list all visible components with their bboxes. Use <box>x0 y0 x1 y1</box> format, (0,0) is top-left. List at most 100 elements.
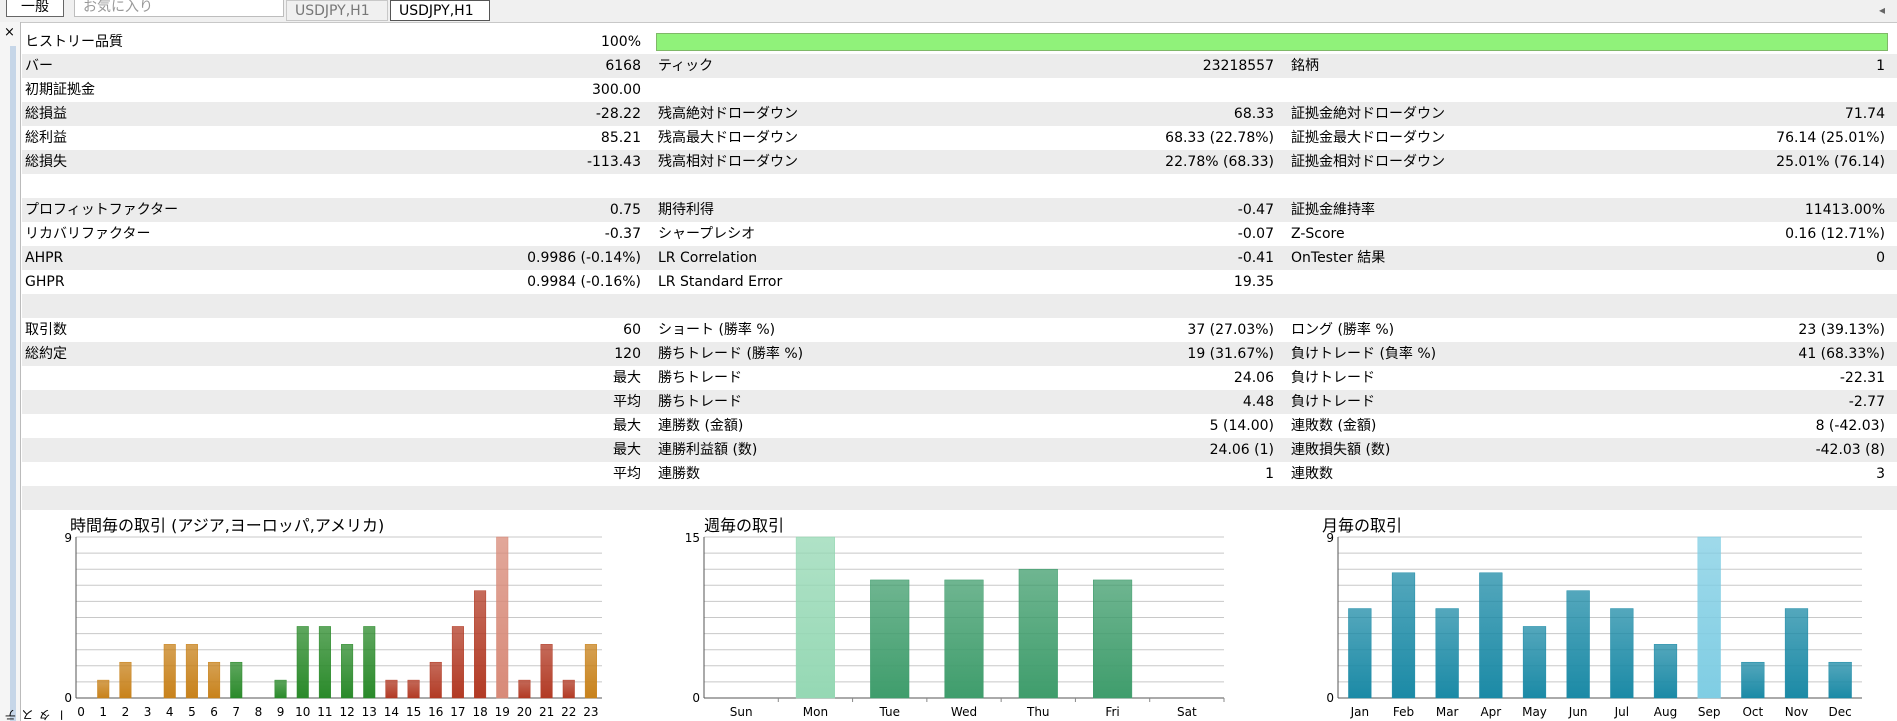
x-tick-label: 0 <box>77 705 85 719</box>
hour-bar <box>407 679 420 699</box>
ahpr-label: AHPR <box>25 250 64 266</box>
x-tick-label: Apr <box>1480 705 1501 719</box>
tester-sidebar: × テスター <box>0 22 69 721</box>
row-gross-loss: 総損失 -113.43 残高相対ドローダウン 22.78% (68.33) 証拠… <box>22 150 1897 174</box>
avg-cons-prefix: 平均 <box>613 466 641 482</box>
x-tick-label: Mon <box>803 705 828 719</box>
total-trades-value: 60 <box>623 322 641 338</box>
row-largest: 最大 勝ちトレード 24.06 負けトレード -22.31 <box>22 366 1897 390</box>
day-bar <box>944 579 984 699</box>
history-quality-bar <box>656 33 1888 51</box>
y-tick-label: 0 <box>1326 691 1334 705</box>
max-cons-loss-value: -42.03 (8) <box>1815 442 1885 458</box>
margin-level-value: 11413.00% <box>1804 202 1885 218</box>
largest-prefix: 最大 <box>613 370 641 386</box>
month-bar <box>1741 661 1765 699</box>
hour-bar <box>363 626 376 699</box>
x-tick-label: Thu <box>1026 705 1050 719</box>
bars-label: バー <box>25 58 53 74</box>
row-history-quality: ヒストリー品質 100% <box>22 30 1897 54</box>
close-icon[interactable]: × <box>4 26 15 39</box>
day-bar <box>795 536 835 699</box>
net-profit-label: 総損益 <box>25 106 67 122</box>
hour-bar <box>119 661 132 699</box>
x-tick-label: Sun <box>730 705 753 719</box>
row-spacer-3 <box>22 486 1897 510</box>
x-tick-label: 14 <box>384 705 399 719</box>
month-bar <box>1391 572 1416 699</box>
long-trades-value: 23 (39.13%) <box>1798 322 1885 338</box>
total-deals-label: 総約定 <box>25 346 67 362</box>
margin-level-label: 証拠金維持率 <box>1291 202 1375 218</box>
x-tick-label: 11 <box>317 705 332 719</box>
x-tick-label: 8 <box>255 705 263 719</box>
x-tick-label: Aug <box>1654 705 1677 719</box>
hour-bar <box>185 644 198 699</box>
ghpr-label: GHPR <box>25 274 65 290</box>
x-tick-label: Jan <box>1350 705 1370 719</box>
hour-bar <box>163 644 176 699</box>
equity-abs-dd-value: 71.74 <box>1844 106 1885 122</box>
gross-loss-label: 総損失 <box>25 154 67 170</box>
profit-factor-value: 0.75 <box>609 202 641 218</box>
equity-rel-dd-label: 証拠金相対ドローダウン <box>1291 154 1445 170</box>
tab-general[interactable]: 一般 <box>6 0 64 17</box>
row-average: 平均 勝ちトレード 4.48 負けトレード -2.77 <box>22 390 1897 414</box>
y-tick-label: 15 <box>685 531 700 545</box>
x-tick-label: 17 <box>450 705 465 719</box>
y-tick-label: 9 <box>64 531 72 545</box>
tab-chart-2[interactable]: USDJPY,H1 <box>390 0 490 21</box>
ghpr-value: 0.9984 (-0.16%) <box>527 274 641 290</box>
zscore-value: 0.16 (12.71%) <box>1785 226 1885 242</box>
day-bar <box>1093 579 1133 699</box>
row-profit-factor: プロフィットファクター 0.75 期待利得 -0.47 証拠金維持率 11413… <box>22 198 1897 222</box>
max-cons-wins-prefix: 最大 <box>613 418 641 434</box>
month-bar <box>1348 608 1372 699</box>
monthly-trades-chart: 月毎の取引 0 9 Jan Feb Mar Apr May Jun Jul Aug Sep Oct No… <box>1322 512 1862 721</box>
y-tick-label: 9 <box>1326 531 1334 545</box>
hour-bar <box>296 626 309 699</box>
scroll-left-icon[interactable]: ◂ <box>1879 3 1885 17</box>
lr-stderr-value: 19.35 <box>1233 274 1274 290</box>
gross-profit-label: 総利益 <box>25 130 67 146</box>
average-profit-value: 4.48 <box>1242 394 1274 410</box>
average-profit-label: 勝ちトレード <box>658 394 742 410</box>
history-quality-label: ヒストリー品質 <box>25 34 123 50</box>
x-tick-label: 21 <box>539 705 554 719</box>
largest-profit-value: 24.06 <box>1233 370 1274 386</box>
max-cons-profit-prefix: 最大 <box>613 442 641 458</box>
tab-favorites[interactable]: お気に入り <box>74 0 284 17</box>
largest-loss-value: -22.31 <box>1839 370 1885 386</box>
tab-chart-1[interactable]: USDJPY,H1 <box>286 0 388 21</box>
x-tick-label: 5 <box>188 705 196 719</box>
x-tick-label: 7 <box>232 705 240 719</box>
x-tick-label: Feb <box>1393 705 1414 719</box>
month-bar <box>1566 590 1590 699</box>
total-deals-value: 120 <box>614 346 641 362</box>
average-prefix: 平均 <box>613 394 641 410</box>
max-cons-wins-value: 5 (14.00) <box>1209 418 1274 434</box>
equity-rel-dd-value: 25.01% (76.14) <box>1776 154 1885 170</box>
x-tick-label: 16 <box>428 705 443 719</box>
x-tick-label: 19 <box>495 705 510 719</box>
hour-bar <box>518 679 531 699</box>
row-recovery-factor: リカバリファクター -0.37 シャープレシオ -0.07 Z-Score 0.… <box>22 222 1897 246</box>
weekly-trades-chart: 週毎の取引 0 15 Sun Mon Tue Wed Thu Fri Sat <box>685 512 1244 721</box>
ticks-value: 23218557 <box>1202 58 1274 74</box>
recovery-factor-value: -0.37 <box>604 226 641 242</box>
loss-trades-value: 41 (68.33%) <box>1798 346 1885 362</box>
largest-profit-label: 勝ちトレード <box>658 370 742 386</box>
row-ghpr: GHPR 0.9984 (-0.16%) LR Standard Error 1… <box>22 270 1897 294</box>
row-total-trades: 取引数 60 ショート (勝率 %) 37 (27.03%) ロング (勝率 %… <box>22 318 1897 342</box>
report-table: ヒストリー品質 100% バー 6168 ティック 23218557 銘柄 1 … <box>22 30 1897 510</box>
y-tick-label: 0 <box>64 691 72 705</box>
x-tick-label: Sep <box>1698 705 1721 719</box>
x-tick-label: 10 <box>295 705 310 719</box>
avg-cons-losses-label: 連敗数 <box>1291 466 1333 482</box>
month-bar <box>1479 572 1503 699</box>
x-tick-label: 3 <box>144 705 152 719</box>
ahpr-value: 0.9986 (-0.14%) <box>527 250 641 266</box>
x-tick-label: 9 <box>277 705 285 719</box>
hour-bar <box>540 644 553 699</box>
zscore-label: Z-Score <box>1291 226 1345 242</box>
